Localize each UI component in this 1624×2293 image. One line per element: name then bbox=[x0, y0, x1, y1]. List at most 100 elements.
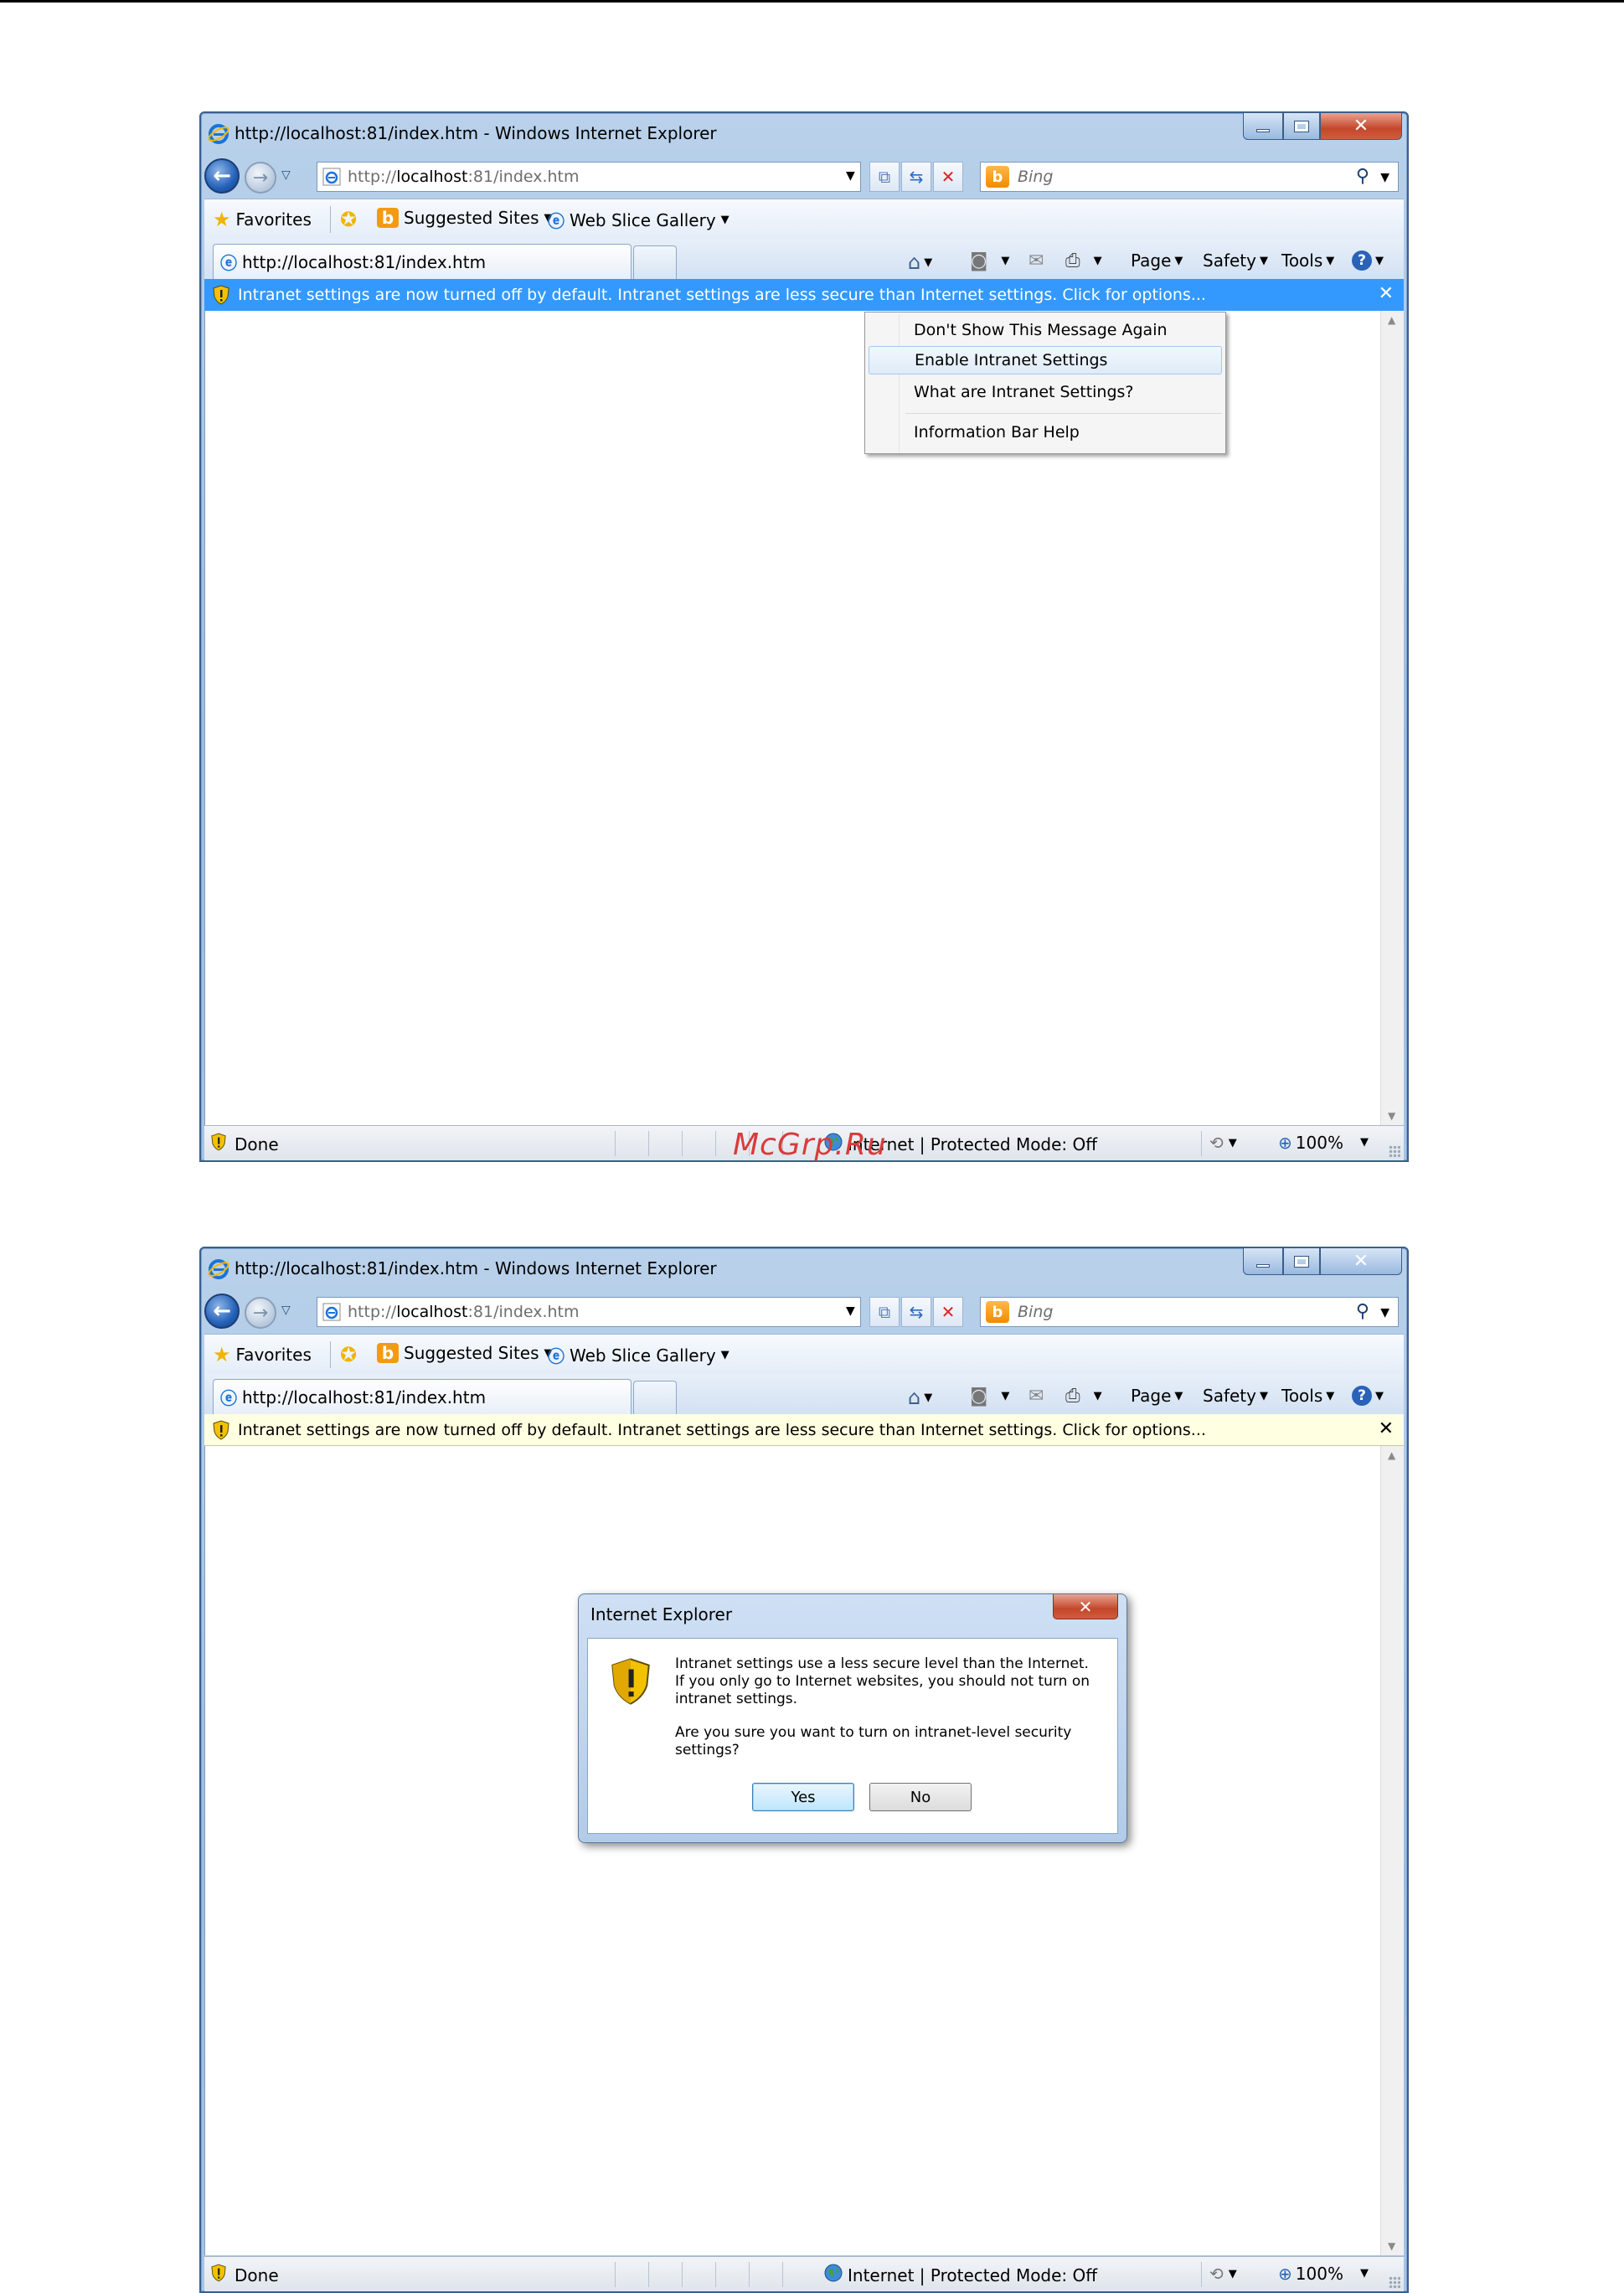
scroll-up-icon[interactable]: ▲ bbox=[1388, 314, 1395, 326]
menu-item-dont-show-again[interactable]: Don't Show This Message Again bbox=[869, 316, 1222, 344]
feeds-button[interactable]: ◙ ▼ bbox=[970, 1386, 1009, 1407]
search-box[interactable]: b Bing ⚲ ▼ bbox=[980, 1297, 1399, 1327]
address-bar[interactable]: http://localhost:81/index.htm bbox=[317, 1297, 861, 1327]
print-button[interactable]: ⎙ ▼ bbox=[1065, 1386, 1102, 1407]
suggested-sites-button[interactable]: b Suggested Sites ▼ bbox=[377, 1343, 553, 1363]
stop-button[interactable]: ✕ bbox=[933, 162, 963, 192]
menu-item-what-are-intranet-settings[interactable]: What are Intranet Settings? bbox=[869, 378, 1222, 406]
status-bar: Done Internet | Protected Mode: Off ⟲ ▼ … bbox=[204, 2256, 1404, 2291]
maximize-button[interactable] bbox=[1283, 1248, 1320, 1275]
tools-menu[interactable]: Tools ▼ bbox=[1281, 250, 1334, 271]
menu-item-information-bar-help[interactable]: Information Bar Help bbox=[869, 418, 1222, 447]
chevron-down-icon: ▼ bbox=[1326, 1389, 1335, 1402]
minimize-button[interactable] bbox=[1243, 113, 1283, 140]
information-bar[interactable]: Intranet settings are now turned off by … bbox=[204, 1414, 1404, 1446]
home-button[interactable]: ⌂ ▼ bbox=[908, 250, 932, 274]
address-bar[interactable]: http://localhost:81/index.htm bbox=[317, 162, 861, 192]
new-tab-button[interactable] bbox=[633, 245, 677, 279]
search-icon[interactable]: ⚲ bbox=[1356, 166, 1369, 187]
address-dropdown-icon[interactable]: ▼ bbox=[846, 1304, 855, 1318]
safety-menu[interactable]: Safety ▼ bbox=[1203, 250, 1268, 271]
chevron-down-icon: ▼ bbox=[1259, 254, 1268, 267]
recent-pages-dropdown-icon[interactable]: ▽ bbox=[281, 168, 291, 182]
forward-button[interactable]: → bbox=[245, 162, 276, 194]
suggested-sites-button[interactable]: b Suggested Sites ▼ bbox=[377, 208, 553, 228]
window-title: http://localhost:81/index.htm - Windows … bbox=[235, 123, 717, 143]
close-button[interactable]: ✕ bbox=[1320, 113, 1402, 140]
maximize-icon bbox=[1294, 120, 1309, 132]
help-button[interactable]: ? ▼ bbox=[1352, 250, 1384, 271]
close-icon[interactable]: ✕ bbox=[1379, 1418, 1394, 1439]
chevron-down-icon: ▼ bbox=[720, 214, 730, 226]
information-bar[interactable]: Intranet settings are now turned off by … bbox=[204, 279, 1404, 311]
web-slice-gallery-button[interactable]: ⓔ Web Slice Gallery ▼ bbox=[548, 1343, 730, 1367]
feeds-button[interactable]: ◙ ▼ bbox=[970, 250, 1009, 271]
vertical-scrollbar[interactable]: ▲ ▼ bbox=[1380, 311, 1404, 1125]
back-button[interactable]: ← bbox=[204, 1294, 240, 1329]
safety-menu[interactable]: Safety ▼ bbox=[1203, 1386, 1268, 1406]
dialog-close-button[interactable]: ✕ bbox=[1053, 1594, 1118, 1619]
back-button[interactable]: ← bbox=[204, 158, 240, 194]
close-icon[interactable]: ✕ bbox=[1379, 283, 1394, 304]
help-button[interactable]: ? ▼ bbox=[1352, 1386, 1384, 1406]
security-zone[interactable]: Internet | Protected Mode: Off bbox=[824, 2264, 1097, 2286]
print-button[interactable]: ⎙ ▼ bbox=[1065, 250, 1102, 271]
compatibility-view-button[interactable]: ⧉ bbox=[869, 162, 900, 192]
favorites-button[interactable]: ★ Favorites bbox=[213, 1343, 312, 1366]
bing-logo-icon: b bbox=[986, 1301, 1009, 1323]
protected-mode-button[interactable]: ⟲ ▼ bbox=[1209, 2264, 1237, 2284]
yes-button[interactable]: Yes bbox=[752, 1783, 854, 1811]
page-menu[interactable]: Page ▼ bbox=[1131, 250, 1183, 271]
maximize-button[interactable] bbox=[1283, 113, 1320, 140]
title-bar[interactable]: http://localhost:81/index.htm - Windows … bbox=[201, 1248, 1407, 1290]
page-menu[interactable]: Page ▼ bbox=[1131, 1386, 1183, 1406]
resize-grip[interactable] bbox=[1389, 2276, 1400, 2288]
minimize-button[interactable] bbox=[1243, 1248, 1283, 1275]
add-to-favorites-bar-button[interactable]: ✪ bbox=[340, 1343, 357, 1366]
refresh-button[interactable]: ⇆ bbox=[901, 1297, 931, 1327]
favorites-button[interactable]: ★ Favorites bbox=[213, 208, 312, 231]
web-slice-gallery-button[interactable]: ⓔ Web Slice Gallery ▼ bbox=[548, 208, 730, 232]
address-scheme: http:// bbox=[348, 168, 397, 186]
resize-grip[interactable] bbox=[1389, 1145, 1400, 1157]
read-mail-button[interactable]: ✉ bbox=[1029, 1386, 1044, 1407]
new-tab-button[interactable] bbox=[633, 1381, 677, 1414]
read-mail-button[interactable]: ✉ bbox=[1029, 250, 1044, 271]
home-button[interactable]: ⌂ ▼ bbox=[908, 1386, 932, 1409]
address-dropdown-icon[interactable]: ▼ bbox=[846, 169, 855, 183]
vertical-scrollbar[interactable]: ▲ ▼ bbox=[1380, 1446, 1404, 2255]
web-slice-gallery-label: Web Slice Gallery bbox=[570, 209, 716, 230]
no-button[interactable]: No bbox=[869, 1783, 972, 1811]
scroll-up-icon[interactable]: ▲ bbox=[1388, 1449, 1395, 1461]
tools-menu[interactable]: Tools ▼ bbox=[1281, 1386, 1334, 1406]
search-icon[interactable]: ⚲ bbox=[1356, 1301, 1369, 1322]
zoom-dropdown-icon[interactable]: ▼ bbox=[1360, 2267, 1369, 2280]
tab-current[interactable]: ⓔ http://localhost:81/index.htm bbox=[213, 1379, 632, 1414]
forward-button[interactable]: → bbox=[245, 1297, 276, 1329]
zoom-button[interactable]: ⊕ 100% bbox=[1278, 1133, 1343, 1153]
menu-item-enable-intranet-settings[interactable]: Enable Intranet Settings bbox=[869, 346, 1222, 374]
recent-pages-dropdown-icon[interactable]: ▽ bbox=[281, 1304, 291, 1317]
add-to-favorites-bar-button[interactable]: ✪ bbox=[340, 208, 357, 231]
search-options-dropdown-icon[interactable]: ▼ bbox=[1380, 171, 1389, 184]
web-slice-page-icon: ⓔ bbox=[548, 1346, 565, 1366]
minimize-icon bbox=[1256, 1263, 1270, 1268]
zoom-dropdown-icon[interactable]: ▼ bbox=[1360, 1136, 1369, 1149]
zoom-button[interactable]: ⊕ 100% bbox=[1278, 2264, 1343, 2284]
zoom-level: 100% bbox=[1295, 2264, 1343, 2284]
scroll-down-icon[interactable]: ▼ bbox=[1388, 1110, 1395, 1122]
search-options-dropdown-icon[interactable]: ▼ bbox=[1380, 1306, 1389, 1320]
rss-feed-icon: ◙ bbox=[970, 1386, 988, 1407]
stop-button[interactable]: ✕ bbox=[933, 1297, 963, 1327]
compatibility-view-button[interactable]: ⧉ bbox=[869, 1297, 900, 1327]
tab-current[interactable]: ⓔ http://localhost:81/index.htm bbox=[213, 244, 632, 279]
protected-mode-button[interactable]: ⟲ ▼ bbox=[1209, 1133, 1237, 1153]
search-box[interactable]: b Bing ⚲ ▼ bbox=[980, 162, 1399, 192]
title-bar[interactable]: http://localhost:81/index.htm - Windows … bbox=[201, 113, 1407, 155]
page-content: ▲ ▼ bbox=[204, 1446, 1404, 2255]
confirm-dialog: Internet Explorer ✕ Intranet settings us… bbox=[578, 1593, 1127, 1843]
refresh-button[interactable]: ⇆ bbox=[901, 162, 931, 192]
scroll-down-icon[interactable]: ▼ bbox=[1388, 2240, 1395, 2252]
favorites-bar: ★ Favorites ✪ b Suggested Sites ▼ ⓔ Web … bbox=[204, 1334, 1404, 1374]
close-button[interactable]: ✕ bbox=[1320, 1248, 1402, 1275]
